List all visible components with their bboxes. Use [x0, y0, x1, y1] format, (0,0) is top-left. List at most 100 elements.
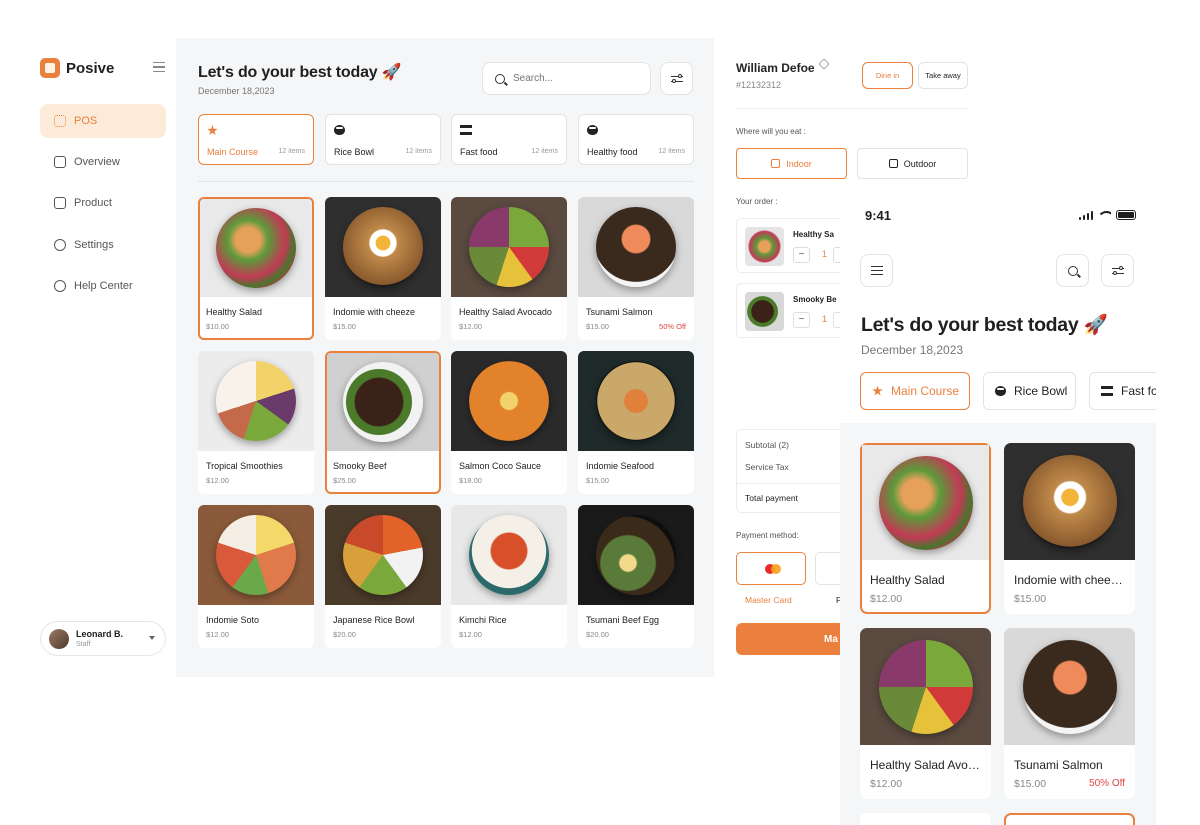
product-image: [860, 628, 991, 745]
sidebar: Posive POS Overview Product Settings Hel…: [0, 0, 176, 825]
product-card[interactable]: Tropical Smoothies $12.00: [198, 351, 314, 494]
product-image: [198, 505, 314, 605]
product-card[interactable]: Tsumani Beef Egg $20.00: [578, 505, 694, 648]
category-count: 12 items: [405, 148, 432, 155]
signal-icon: [1078, 211, 1093, 220]
pos-main-panel: Let's do your best today 🚀 December 18,2…: [176, 38, 714, 677]
outdoor-button[interactable]: Outdoor: [857, 148, 968, 179]
menu-button[interactable]: [860, 254, 893, 287]
divider: [198, 181, 694, 182]
product-card[interactable]: Healthy Salad $10.00: [198, 197, 314, 340]
product-card[interactable]: Indomie with cheeze $15.00: [325, 197, 441, 340]
sidebar-item-help-center[interactable]: Help Center: [40, 269, 166, 303]
product-image: [198, 351, 314, 451]
category-rice-bowl[interactable]: Rice Bowl 12 items: [325, 114, 441, 165]
product-card[interactable]: Healthy Salad Avocado $12.00: [451, 197, 567, 340]
dine-in-button[interactable]: Dine in: [862, 62, 913, 89]
sidebar-item-product[interactable]: Product: [40, 186, 166, 220]
product-card-partial[interactable]: [1004, 813, 1135, 825]
qty-decrease-button[interactable]: −: [793, 247, 810, 263]
indoor-label: Indoor: [786, 158, 812, 169]
product-image: [578, 351, 694, 451]
rice-bowl-icon: [995, 386, 1006, 396]
product-card[interactable]: Kimchi Rice $12.00: [451, 505, 567, 648]
user-menu[interactable]: Leonard B. Staff: [40, 621, 166, 656]
grid-icon: [54, 115, 66, 127]
payment-option-mastercard[interactable]: [736, 552, 806, 585]
sidebar-item-overview[interactable]: Overview: [40, 145, 166, 179]
home-icon: [771, 159, 781, 168]
product-price: $25.00: [333, 476, 356, 485]
product-image: [325, 505, 441, 605]
product-price: $12.00: [206, 630, 229, 639]
brand-logo[interactable]: Posive: [40, 58, 114, 78]
search-button[interactable]: [1056, 254, 1089, 287]
product-price: $12.00: [870, 593, 903, 605]
product-card[interactable]: Tsunami Salmon $15.00 50% Off: [1004, 628, 1135, 799]
search-input[interactable]: [513, 73, 633, 84]
gear-icon: [54, 239, 66, 251]
make-payment-button[interactable]: Ma: [736, 623, 851, 655]
search-box[interactable]: [482, 62, 651, 95]
service-tax-label: Service Tax: [745, 462, 789, 472]
product-card[interactable]: Salmon Coco Sauce $18.00: [451, 351, 567, 494]
subtotal-label: Subtotal (2): [745, 440, 789, 450]
avatar: [49, 628, 69, 649]
product-price: $12.00: [459, 322, 482, 331]
category-label: Fast food: [460, 147, 498, 157]
sidebar-item-pos[interactable]: POS: [40, 104, 166, 138]
filter-button[interactable]: [660, 62, 693, 95]
product-image: [451, 505, 567, 605]
product-name: Indomie with chee…: [1014, 573, 1123, 587]
product-name: Tsunami Salmon: [1014, 758, 1103, 772]
take-away-button[interactable]: Take away: [918, 62, 968, 89]
sidebar-item-settings[interactable]: Settings: [40, 228, 166, 262]
product-price: $15.00: [586, 476, 609, 485]
category-fast-food[interactable]: Fast food 12 items: [451, 114, 567, 165]
total-payment-label: Total payment: [745, 493, 798, 503]
product-price: $15.00: [1014, 593, 1047, 605]
sidebar-item-label: Settings: [74, 239, 114, 251]
category-healthy-food[interactable]: Healthy food 12 items: [578, 114, 694, 165]
search-icon: [1067, 265, 1078, 276]
edit-icon[interactable]: [818, 58, 830, 70]
mastercard-icon: [765, 564, 781, 574]
order-item-image: [745, 227, 784, 266]
menu-toggle-icon[interactable]: [153, 62, 165, 72]
order-item-name: Smooky Be: [793, 295, 837, 304]
indoor-button[interactable]: Indoor: [736, 148, 847, 179]
product-card-partial[interactable]: [860, 813, 991, 825]
your-order-label: Your order :: [736, 197, 778, 206]
product-name: Salmon Coco Sauce: [459, 461, 542, 471]
qty-value: 1: [822, 314, 828, 324]
fast-food-icon: [460, 125, 472, 135]
product-name: Smooky Beef: [333, 461, 387, 471]
product-card[interactable]: Indomie with chee… $15.00: [1004, 443, 1135, 614]
product-price: $20.00: [333, 630, 356, 639]
chart-icon: [54, 156, 66, 168]
brand-name: Posive: [66, 59, 115, 77]
info-icon: [54, 280, 66, 292]
tent-icon: [888, 159, 898, 168]
product-name: Healthy Salad Avo…: [870, 758, 980, 772]
product-card[interactable]: Indomie Soto $12.00: [198, 505, 314, 648]
product-card[interactable]: Indomie Seafood $15.00: [578, 351, 694, 494]
category-main-course[interactable]: Main Course 12 items: [198, 114, 314, 165]
filter-button[interactable]: [1101, 254, 1134, 287]
product-price: $15.00: [586, 322, 609, 331]
product-name: Healthy Salad: [870, 573, 945, 587]
product-price: $12.00: [870, 778, 903, 790]
product-card[interactable]: Healthy Salad Avo… $12.00: [860, 628, 991, 799]
product-image: [578, 505, 694, 605]
payment-selected-label: Master Card: [745, 595, 792, 605]
category-main-course[interactable]: Main Course: [860, 372, 970, 410]
discount-badge: 50% Off: [659, 322, 686, 331]
category-label: Healthy food: [587, 147, 638, 157]
product-card[interactable]: Japanese Rice Bowl $20.00: [325, 505, 441, 648]
qty-decrease-button[interactable]: −: [793, 312, 810, 328]
product-card[interactable]: Smooky Beef $25.00: [325, 351, 441, 494]
category-rice-bowl[interactable]: Rice Bowl: [983, 372, 1076, 410]
category-fast-food[interactable]: Fast fo: [1089, 372, 1156, 410]
product-card[interactable]: Tsunami Salmon $15.00 50% Off: [578, 197, 694, 340]
product-card[interactable]: Healthy Salad $12.00: [860, 443, 991, 614]
